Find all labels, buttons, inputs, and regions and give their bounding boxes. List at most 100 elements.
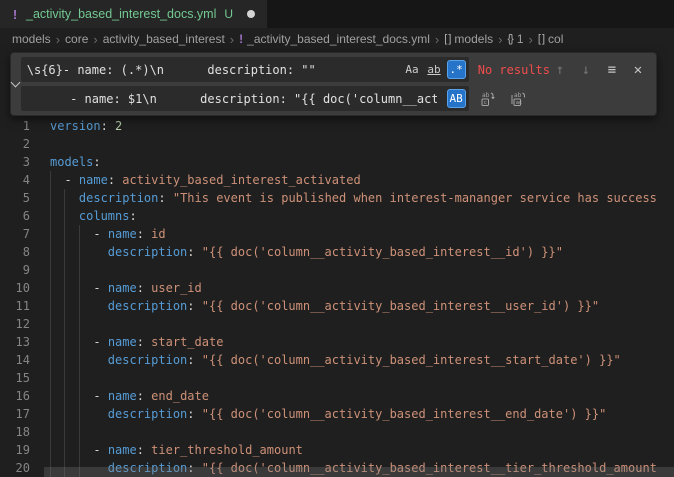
code-line[interactable]: description: "{{ doc('column__activity_b… [50, 243, 674, 261]
code-token: end_date [144, 389, 209, 403]
line-number[interactable]: 8 [0, 243, 30, 261]
code-token: : [129, 209, 136, 223]
tab-title: _activity_based_interest_docs.yml [26, 7, 216, 21]
line-number[interactable]: 20 [0, 459, 30, 477]
code-line[interactable]: description: "{{ doc('column__activity_b… [50, 297, 674, 315]
code-token: version [50, 119, 101, 133]
code-token: - [93, 443, 107, 457]
line-number[interactable]: 1 [0, 117, 30, 135]
chevron-right-icon: › [435, 32, 439, 47]
code-line[interactable]: - name: tier_threshold_amount [50, 441, 674, 459]
code-line[interactable]: description: "{{ doc('column__activity_b… [50, 351, 674, 369]
code-line[interactable] [50, 423, 674, 441]
code-line[interactable]: - name: start_date [50, 333, 674, 351]
line-number[interactable]: 9 [0, 261, 30, 279]
line-number[interactable]: 12 [0, 315, 30, 333]
code-line[interactable]: models: [50, 153, 674, 171]
breadcrumb-item[interactable]: core [65, 32, 88, 46]
selection-lines-icon: ≡ [608, 61, 616, 79]
code-line[interactable] [50, 315, 674, 333]
code-token: activity_based_interest_activated [115, 173, 361, 187]
find-input[interactable]: \s{6}- name: (.*)\n description: "" Aa a… [21, 57, 469, 82]
line-number[interactable]: 3 [0, 153, 30, 171]
code-line[interactable] [50, 135, 674, 153]
svg-text:ab: ab [482, 92, 490, 99]
code-token: : [137, 335, 144, 349]
breadcrumb-item[interactable]: activity_based_interest [103, 32, 225, 46]
line-number[interactable]: 7 [0, 225, 30, 243]
replace-input[interactable]: - name: $1\n description: "{{ doc('colum… [21, 86, 469, 111]
symbol-icon: {} [507, 33, 512, 45]
code-token: : [108, 173, 115, 187]
breadcrumb-item[interactable]: [ ]col [538, 32, 564, 46]
indent-guide [64, 189, 65, 477]
chevron-right-icon: › [529, 32, 533, 47]
breadcrumb-item[interactable]: {} 1 [507, 32, 523, 46]
yaml-file-icon: ! [10, 7, 20, 22]
preserve-case-button[interactable]: AB [447, 89, 466, 108]
code-token: 2 [115, 119, 122, 133]
breadcrumb-label: col [548, 32, 563, 46]
code-line[interactable]: description: "{{ doc('column__activity_b… [50, 405, 674, 423]
line-number[interactable]: 4 [0, 171, 30, 189]
line-number[interactable]: 18 [0, 423, 30, 441]
code-token: : [187, 245, 194, 259]
line-number[interactable]: 14 [0, 351, 30, 369]
modified-dot-icon[interactable] [247, 10, 255, 18]
line-number[interactable]: 16 [0, 387, 30, 405]
arrow-down-icon: ↓ [582, 61, 590, 79]
previous-match-button[interactable]: ↑ [550, 60, 570, 80]
find-in-selection-button[interactable]: ≡ [602, 60, 622, 80]
replace-all-button[interactable]: ab ac [508, 89, 528, 109]
match-case-button[interactable]: Aa [403, 60, 422, 79]
code-token [50, 281, 93, 295]
code-line[interactable] [50, 369, 674, 387]
line-number[interactable]: 2 [0, 135, 30, 153]
breadcrumb-item[interactable]: !_activity_based_interest_docs.yml [239, 32, 430, 46]
line-number[interactable]: 19 [0, 441, 30, 459]
code-line[interactable]: version: 2 [50, 117, 674, 135]
code-token: name [108, 443, 137, 457]
code-line[interactable]: - name: end_date [50, 387, 674, 405]
editor[interactable]: 1234567891011121314151617181920 version:… [0, 50, 674, 477]
next-match-button[interactable]: ↓ [576, 60, 596, 80]
code-token: user_id [144, 281, 202, 295]
code-token: description [108, 299, 187, 313]
breadcrumb-label: activity_based_interest [103, 32, 225, 46]
breadcrumb-item[interactable]: models [12, 32, 51, 46]
code-line[interactable] [50, 261, 674, 279]
toggle-replace-button[interactable] [11, 53, 21, 115]
code-line[interactable]: - name: user_id [50, 279, 674, 297]
line-number[interactable]: 15 [0, 369, 30, 387]
code-token: description [108, 407, 187, 421]
find-options: Aa ab .* [403, 60, 466, 79]
replace-row: - name: $1\n description: "{{ doc('colum… [21, 86, 652, 111]
replace-options: AB [447, 89, 466, 108]
line-number[interactable]: 13 [0, 333, 30, 351]
breadcrumb-label: models [454, 32, 493, 46]
line-number[interactable]: 5 [0, 189, 30, 207]
code-line[interactable]: - name: id [50, 225, 674, 243]
line-number[interactable]: 11 [0, 297, 30, 315]
breadcrumb-label: models [12, 32, 51, 46]
breadcrumb-item[interactable]: [ ]models [444, 32, 493, 46]
close-find-button[interactable]: ✕ [628, 60, 648, 80]
find-row: \s{6}- name: (.*)\n description: "" Aa a… [21, 57, 652, 82]
regex-button[interactable]: .* [447, 60, 466, 79]
code-line[interactable]: - name: activity_based_interest_activate… [50, 171, 674, 189]
code-token: "This event is published when interest-m… [166, 191, 657, 205]
whole-word-button[interactable]: ab [425, 60, 444, 79]
horizontal-scrollbar[interactable] [44, 467, 674, 477]
line-number[interactable]: 10 [0, 279, 30, 297]
code-line[interactable]: description: "This event is published wh… [50, 189, 674, 207]
code-token: - [64, 173, 78, 187]
code-line[interactable]: columns: [50, 207, 674, 225]
breadcrumb-label: 1 [517, 32, 524, 46]
tab-active-file[interactable]: ! _activity_based_interest_docs.yml U [0, 0, 267, 28]
line-number[interactable]: 17 [0, 405, 30, 423]
line-number[interactable]: 6 [0, 207, 30, 225]
code-token: description [79, 191, 158, 205]
code-token: : [158, 191, 165, 205]
replace-button[interactable]: ab c [478, 89, 498, 109]
code-token: name [79, 173, 108, 187]
